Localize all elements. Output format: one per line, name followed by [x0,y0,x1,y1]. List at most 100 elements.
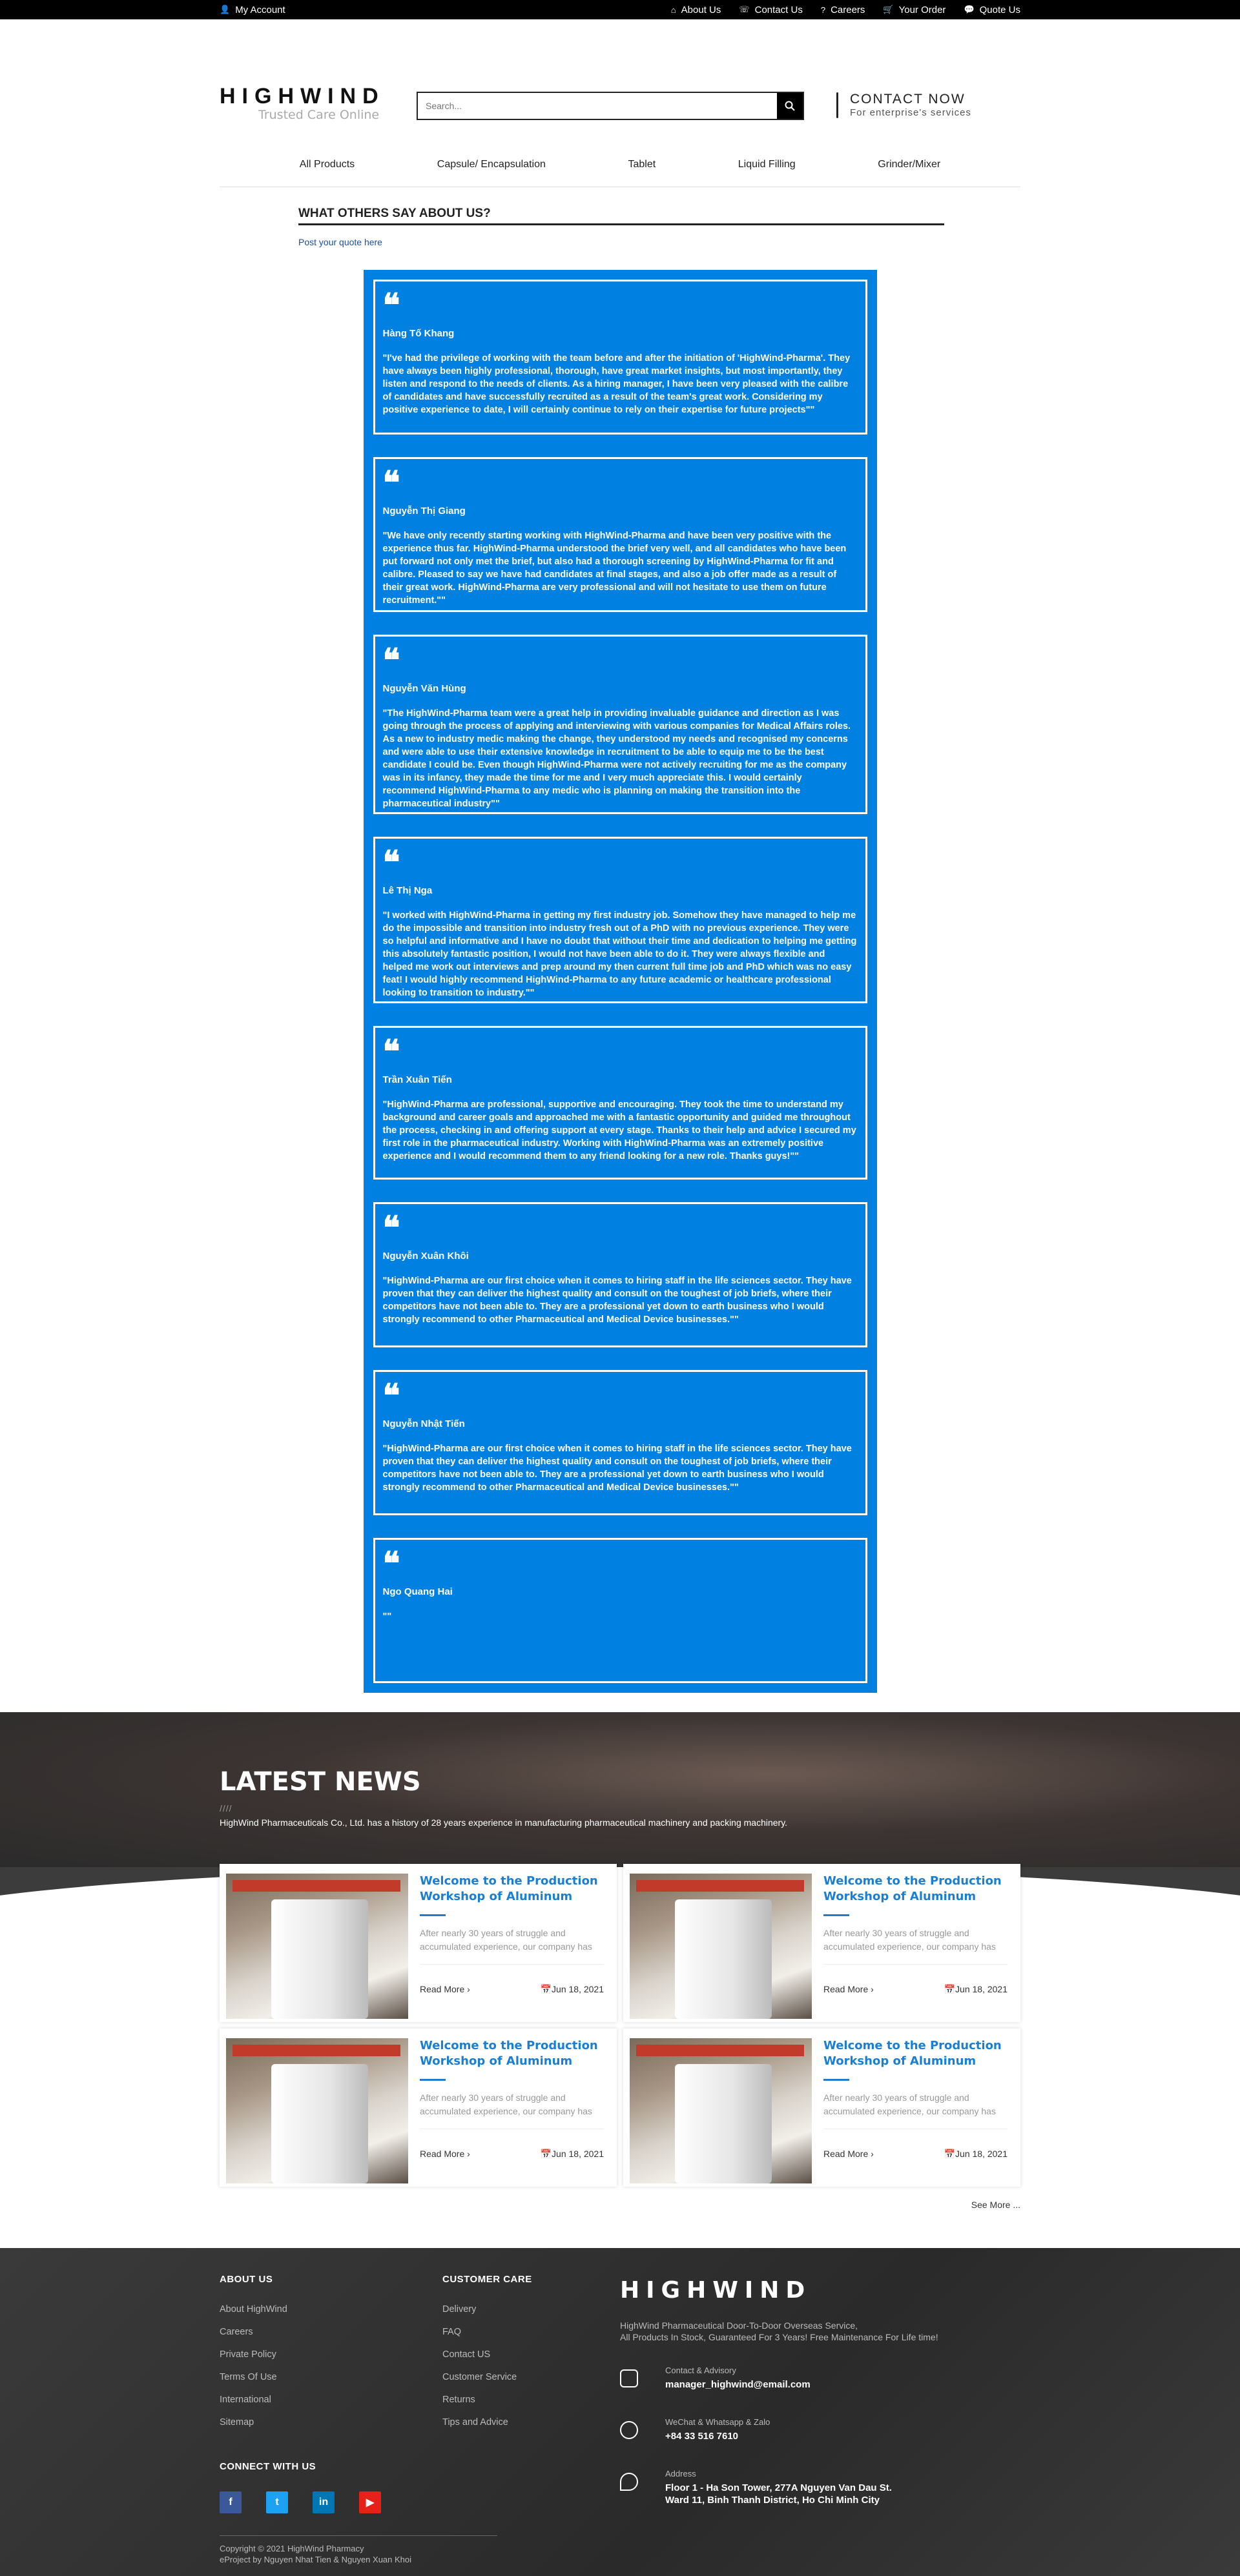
nav-grinder-mixer[interactable]: Grinder/Mixer [878,159,940,170]
footer-link-international[interactable]: International [220,2395,287,2405]
latest-news-section: LATEST NEWS //// HighWind Pharmaceutical… [0,1712,1240,2248]
careers-link[interactable]: ? Careers [821,5,865,15]
testimonial-text: "We have only recently starting working … [382,531,847,606]
footer-copyright: Copyright © 2021 HighWind Pharmacy eProj… [220,2535,497,2566]
footer-link-careers[interactable]: Careers [220,2327,287,2337]
testimonial-card: ❝ Nguyễn Xuân Khôi "HighWind-Pharma are … [373,1202,867,1347]
contact-phone[interactable]: +84 33 516 7610 [665,2431,770,2443]
phone-icon: ☏ [739,5,750,14]
mail-icon [620,2369,638,2388]
nav-all-products[interactable]: All Products [300,159,355,170]
news-title[interactable]: Welcome to the Production Workshop of Al… [823,2038,1008,2070]
contact-us-link[interactable]: ☏ Contact Us [739,5,802,15]
footer: ABOUT US About HighWind Careers Private … [0,2248,1240,2576]
footer-link-private-policy[interactable]: Private Policy [220,2349,287,2360]
news-title[interactable]: Welcome to the Production Workshop of Al… [420,2038,604,2070]
footer-contact-address: Address Floor 1 - Ha Son Tower, 277A Nguy… [620,2469,938,2507]
contact-now[interactable]: CONTACT NOW For enterprise's services [836,92,971,118]
title-underline [823,1914,849,1916]
read-more-link[interactable]: Read More › [823,1984,874,1995]
news-image[interactable] [226,2038,408,2183]
location-pin-icon [620,2472,638,2491]
post-quote-link[interactable]: Post your quote here [298,237,1020,247]
twitter-icon[interactable]: t [266,2491,288,2513]
testimonial-text: "The HighWind-Pharma team were a great h… [382,708,851,809]
news-title[interactable]: Welcome to the Production Workshop of Al… [420,1874,604,1905]
quote-icon: ❝ [382,1544,400,1582]
quote-us-link[interactable]: 💬 Quote Us [964,5,1020,15]
footer-contact-phone: WeChat & Whatsapp & Zalo +84 33 516 7610 [620,2417,938,2443]
title-underline [823,2078,849,2081]
search-bar [417,92,804,120]
footer-link-terms[interactable]: Terms Of Use [220,2372,287,2382]
news-card[interactable]: Welcome to the Production Workshop of Al… [220,1864,617,2022]
linkedin-icon[interactable]: in [313,2491,335,2513]
news-image[interactable] [630,1874,812,2019]
testimonial-card: ❝ Trần Xuân Tiến "HighWind-Pharma are pr… [373,1026,867,1180]
testimonial-card: ❝ Nguyễn Văn Hùng "The HighWind-Pharma t… [373,635,867,814]
chat-icon: 💬 [964,5,975,14]
copyright-text: Copyright © 2021 HighWind Pharmacy [220,2544,364,2553]
footer-link-sitemap[interactable]: Sitemap [220,2417,287,2428]
quote-icon: ❝ [382,464,400,502]
your-order-link[interactable]: 🛒 Your Order [883,5,946,15]
brand-tagline: Trusted Care Online [258,108,380,122]
calendar-icon: 📅 [540,2148,552,2159]
footer-customer-care: CUSTOMER CARE Delivery FAQ Contact US Cu… [442,2274,532,2440]
nav-capsule[interactable]: Capsule/ Encapsulation [437,159,546,170]
quote-icon: ❝ [382,641,400,679]
footer-link-faq[interactable]: FAQ [442,2327,532,2337]
read-more-link[interactable]: Read More › [823,2149,874,2160]
testimonial-text: "HighWind-Pharma are our first choice wh… [382,1444,852,1493]
title-underline [420,1914,446,1916]
divider [420,1963,604,1965]
footer-about-heading: ABOUT US [220,2274,273,2285]
news-header: LATEST NEWS //// HighWind Pharmaceutical… [220,1767,1020,1828]
testimonial-text: "HighWind-Pharma are our first choice wh… [382,1276,852,1325]
news-card[interactable]: Welcome to the Production Workshop of Al… [623,2029,1020,2187]
testimonial-author: Lê Thị Nga [382,885,433,896]
news-heading: LATEST NEWS [220,1767,421,1797]
question-icon: ? [820,5,826,15]
news-card[interactable]: Welcome to the Production Workshop of Al… [623,1864,1020,2022]
my-account-link[interactable]: 👤 My Account [220,5,285,15]
testimonial-card: ❝ Nguyễn Thị Giang "We have only recentl… [373,457,867,612]
contact-email[interactable]: manager_highwind@email.com [665,2379,811,2391]
phone-icon [620,2421,638,2440]
facebook-icon[interactable]: f [220,2491,242,2513]
youtube-icon[interactable]: ▶ [359,2491,381,2513]
news-excerpt: After nearly 30 years of struggle and ac… [823,2092,996,2117]
testimonial-author: Hàng Tố Khang [382,328,455,339]
footer-link-contact[interactable]: Contact US [442,2349,532,2360]
news-title[interactable]: Welcome to the Production Workshop of Al… [823,1874,1008,1905]
news-card[interactable]: Welcome to the Production Workshop of Al… [220,2029,617,2187]
home-icon: ⌂ [670,5,676,15]
testimonial-author: Nguyễn Xuân Khôi [382,1251,469,1262]
search-button[interactable] [777,93,803,119]
news-date: 📅Jun 18, 2021 [540,2148,604,2159]
brand-name: HIGHWIND [220,84,385,108]
logo[interactable]: HIGHWIND Trusted Care Online [220,84,385,122]
footer-link-delivery[interactable]: Delivery [442,2304,532,2315]
testimonials-list: ❝ Hàng Tố Khang "I've had the privilege … [363,270,877,1693]
calendar-icon: 📅 [944,2148,956,2159]
nav-tablet[interactable]: Tablet [628,159,656,170]
footer-link-customer-service[interactable]: Customer Service [442,2372,532,2382]
read-more-link[interactable]: Read More › [420,1984,470,1995]
quote-icon: ❝ [382,1209,400,1247]
see-more-link[interactable]: See More ... [971,2200,1020,2210]
nav-liquid-filling[interactable]: Liquid Filling [738,159,796,170]
news-image[interactable] [630,2038,812,2183]
footer-link-tips[interactable]: Tips and Advice [442,2417,532,2428]
news-image[interactable] [226,1874,408,2019]
search-input[interactable] [418,93,777,119]
read-more-link[interactable]: Read More › [420,2149,470,2160]
about-us-link[interactable]: ⌂ About Us [671,5,721,15]
footer-brand: HIGHWIND HighWind Pharmaceutical Door-To… [620,2277,938,2506]
user-icon: 👤 [220,5,231,14]
testimonial-author: Ngo Quang Hai [382,1586,453,1597]
quote-icon: ❝ [382,843,400,881]
footer-link-about-highwind[interactable]: About HighWind [220,2304,287,2315]
news-date: 📅Jun 18, 2021 [944,2148,1008,2159]
footer-link-returns[interactable]: Returns [442,2395,532,2405]
